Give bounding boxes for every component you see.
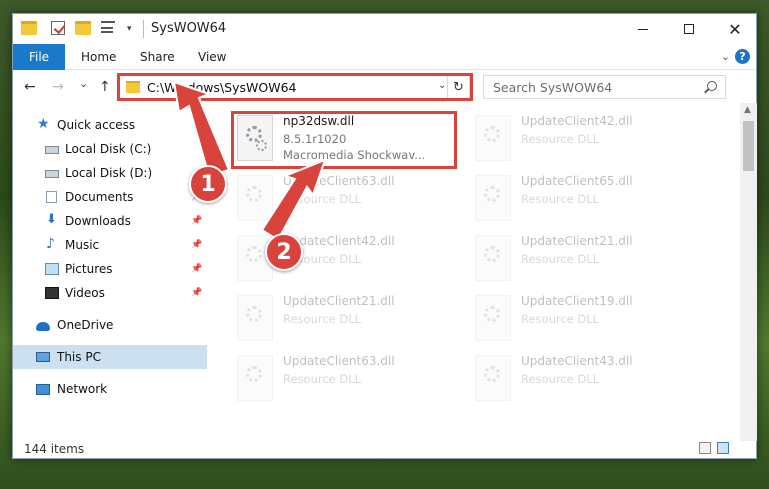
arrow-to-file xyxy=(260,158,327,242)
large-icons-view-icon[interactable] xyxy=(717,442,729,454)
arrow-to-address-bar xyxy=(172,80,231,178)
instruction-arrows xyxy=(172,80,327,242)
item-count: 144 items xyxy=(24,442,85,456)
details-view-icon[interactable] xyxy=(699,442,711,454)
step-1-badge: 1 xyxy=(189,165,227,203)
step-2-badge: 2 xyxy=(265,233,303,271)
explorer-window: ▾ SysWOW64 ✕ File Home Share View ⌄ ? ← … xyxy=(12,13,757,459)
